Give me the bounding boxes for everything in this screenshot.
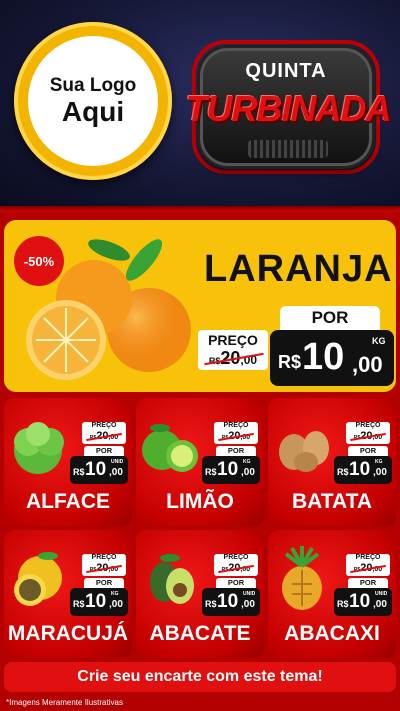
header-divider	[0, 206, 400, 212]
new-price-tag: R$ 10 ,00 KG	[270, 330, 394, 386]
old-price-tag: PREÇO R$20,00	[198, 330, 268, 370]
new-price-currency: R$	[73, 599, 85, 609]
new-price-unit: UNID	[111, 459, 124, 465]
title-emblem: QUINTA TURBINADA	[186, 30, 396, 180]
new-price-unit: UNID	[243, 591, 256, 597]
new-price-currency: R$	[73, 467, 85, 477]
logo-badge[interactable]: Sua Logo Aqui	[14, 22, 172, 180]
por-label: POR	[84, 446, 124, 456]
new-price-int: 10	[217, 459, 239, 480]
product-card[interactable]: PREÇOR$20,00 POR R$10,00 KG MARACUJÁ	[4, 530, 132, 658]
new-price-cents: ,00	[109, 599, 123, 610]
new-price-tag: R$ 10,00 UNID	[70, 456, 128, 484]
por-label: POR	[348, 578, 388, 588]
logo-line2: Aqui	[61, 96, 125, 127]
title-small: QUINTA	[245, 60, 327, 82]
product-price-box: PREÇOR$20,00 POR R$10,00 KG	[202, 422, 260, 484]
product-name: BATATA	[291, 490, 373, 513]
price-label: PREÇO	[223, 554, 249, 561]
price-label: PREÇO	[91, 422, 117, 429]
price-label: PREÇO	[208, 332, 258, 348]
new-price-currency: R$	[205, 599, 217, 609]
product-name: ALFACE	[26, 490, 110, 513]
new-price-cents: ,00	[373, 467, 387, 478]
emblem-grille	[248, 140, 328, 158]
lettuce-image-icon	[14, 422, 64, 474]
por-label: POR	[348, 446, 388, 456]
logo-line1: Sua Logo	[49, 75, 137, 96]
por-label: POR	[280, 306, 380, 330]
new-price-cents: ,00	[241, 599, 255, 610]
new-price-int: 10	[85, 459, 107, 480]
new-price-tag: R$ 10,00 KG	[202, 456, 260, 484]
new-price-int: 10	[217, 591, 239, 612]
cta-button[interactable]: Crie seu encarte com este tema!	[4, 662, 396, 692]
avocado-image-icon	[150, 554, 194, 604]
disclaimer-text: *Imagens Meramente Ilustrativas	[6, 698, 123, 707]
new-price-unit: KG	[243, 459, 251, 465]
featured-price-box: PREÇO R$20,00 POR R$ 10 ,00 KG	[198, 304, 394, 390]
product-price-box: PREÇOR$20,00 POR R$10,00 UNID	[70, 422, 128, 484]
header-banner: Sua Logo Aqui QUINTA TURBINADA	[0, 0, 400, 206]
new-price-tag: R$ 10,00 UNID	[202, 588, 260, 616]
new-price-currency: R$	[337, 467, 349, 477]
new-price-currency: R$	[278, 352, 302, 372]
old-price-tag: PREÇOR$20,00	[346, 554, 390, 576]
product-name: MARACUJÁ	[7, 622, 129, 645]
new-price-unit: KG	[111, 591, 119, 597]
potato-image-icon	[279, 431, 329, 472]
new-price-int: 10	[85, 591, 107, 612]
product-price-box: PREÇOR$20,00 POR R$10,00 KG	[70, 554, 128, 616]
product-price-box: PREÇOR$20,00 POR R$10,00 KG	[334, 422, 392, 484]
product-card[interactable]: PREÇOR$20,00 POR R$10,00 UNID ABACATE	[136, 530, 264, 658]
price-label: PREÇO	[355, 554, 381, 561]
passion-fruit-image-icon	[14, 552, 62, 606]
product-card[interactable]: PREÇOR$20,00 POR R$10,00 KG BATATA	[268, 398, 396, 526]
lime-image-icon	[142, 424, 198, 472]
price-label: PREÇO	[223, 422, 249, 429]
product-price-box: PREÇOR$20,00 POR R$10,00 UNID	[334, 554, 392, 616]
old-price-tag: PREÇOR$20,00	[214, 422, 258, 444]
old-price-tag: PREÇOR$20,00	[82, 422, 126, 444]
title-big: TURBINADA	[185, 88, 392, 129]
product-name: ABACATE	[149, 622, 251, 645]
new-price-tag: R$ 10,00 UNID	[334, 588, 392, 616]
new-price-cents: ,00	[109, 467, 123, 478]
new-price-currency: R$	[337, 599, 349, 609]
new-price-currency: R$	[205, 467, 217, 477]
new-price-int: 10	[349, 591, 371, 612]
featured-product-card[interactable]: -50% LARANJA PREÇO R$20,00 POR R$ 10 ,00…	[4, 220, 396, 392]
new-price-unit: KG	[375, 459, 383, 465]
por-label: POR	[84, 578, 124, 588]
featured-product-name: LARANJA	[204, 248, 393, 290]
new-price-cents: ,00	[241, 467, 255, 478]
discount-badge: -50%	[14, 236, 64, 286]
new-price-int: 10	[302, 336, 345, 378]
old-price-tag: PREÇOR$20,00	[346, 422, 390, 444]
por-label: POR	[216, 446, 256, 456]
new-price-unit: KG	[372, 336, 386, 346]
price-label: PREÇO	[91, 554, 117, 561]
product-name: ABACAXI	[284, 622, 380, 645]
por-label: POR	[216, 578, 256, 588]
product-card[interactable]: PREÇOR$20,00 POR R$10,00 KG LIMÃO	[136, 398, 264, 526]
old-price-tag: PREÇOR$20,00	[82, 554, 126, 576]
pineapple-image-icon	[282, 546, 322, 610]
new-price-cents: ,00	[352, 352, 383, 377]
old-price-tag: PREÇOR$20,00	[214, 554, 258, 576]
product-card[interactable]: PREÇOR$20,00 POR R$10,00 UNID ABACAXI	[268, 530, 396, 658]
new-price-cents: ,00	[373, 599, 387, 610]
new-price-unit: UNID	[375, 591, 388, 597]
new-price-tag: R$ 10,00 KG	[70, 588, 128, 616]
product-name: LIMÃO	[166, 490, 234, 513]
new-price-tag: R$ 10,00 KG	[334, 456, 392, 484]
product-card[interactable]: PREÇOR$20,00 POR R$10,00 UNID ALFACE	[4, 398, 132, 526]
new-price-int: 10	[349, 459, 371, 480]
price-label: PREÇO	[355, 422, 381, 429]
logo-placeholder: Sua Logo Aqui	[28, 36, 158, 166]
product-price-box: PREÇOR$20,00 POR R$10,00 UNID	[202, 554, 260, 616]
